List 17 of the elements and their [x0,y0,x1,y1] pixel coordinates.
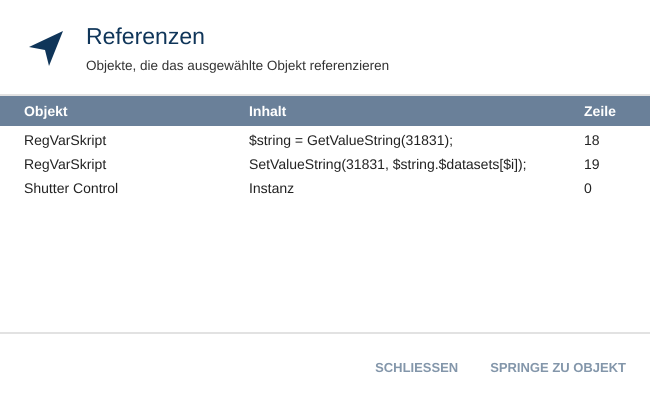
table-cell-text: RegVarSkript [24,132,108,148]
dialog-title: Referenzen [86,22,206,50]
table-cell-text: Shutter Control [24,180,120,196]
jump-to-object-button[interactable]: SPRINGE ZU OBJEKT [480,352,636,382]
navigation-arrow-icon [28,30,64,66]
table-cell-text: SetValueString(31831, $string.$datasets[$i]); [249,156,528,172]
dialog-subtitle: Objekte, die das ausgewählte Objekt referenzieren [86,58,390,73]
column-header: Inhalt [249,103,288,119]
table-cell-text: 19 [584,156,601,172]
table-cell-text: 0 [584,180,593,196]
table-cell-text: RegVarSkript [24,156,108,172]
table-cell-text: $string = GetValueString(31831); [249,132,454,148]
close-button[interactable]: SCHLIESSEN [365,352,468,382]
table-cell-text: Instanz [249,180,296,196]
column-header: Objekt [24,103,69,119]
column-header: Zeile [584,103,617,119]
table-cell-text: 18 [584,132,601,148]
